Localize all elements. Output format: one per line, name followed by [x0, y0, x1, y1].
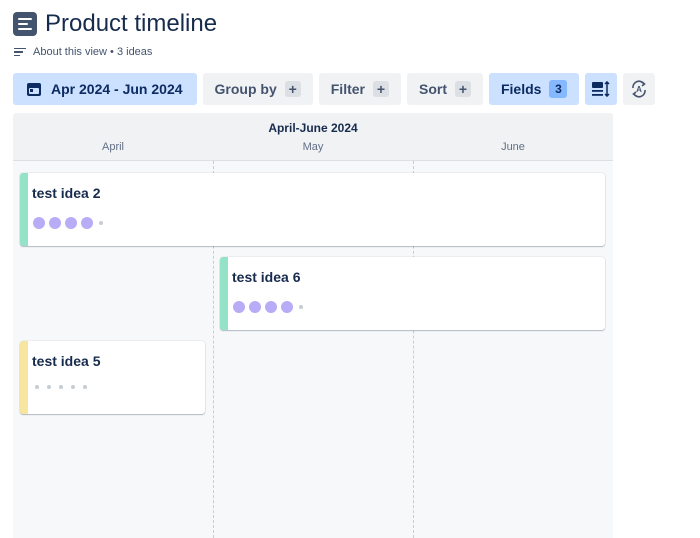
rating-dot-filled — [81, 217, 93, 229]
rating-dot-empty — [47, 385, 51, 389]
rating-dot-filled — [33, 217, 45, 229]
card-layout-icon — [592, 81, 610, 97]
rating-dots — [233, 301, 309, 313]
rating-dot-empty — [59, 385, 63, 389]
date-range-label: Apr 2024 - Jun 2024 — [51, 81, 183, 97]
rating-dot-filled — [233, 301, 245, 313]
idea-card[interactable]: test idea 2 — [20, 173, 605, 246]
calendar-icon — [27, 82, 41, 96]
rating-dots — [33, 385, 93, 389]
timeline-period: April-June 2024 — [268, 121, 358, 135]
idea-card[interactable]: test idea 6 — [220, 257, 605, 330]
rating-dot-empty — [35, 385, 39, 389]
rating-dot-filled — [49, 217, 61, 229]
rating-dot-empty — [71, 385, 75, 389]
status-color-bar — [220, 257, 228, 330]
idea-title: test idea 6 — [232, 269, 301, 285]
filter-label: Filter — [330, 81, 365, 97]
date-range-button[interactable]: Apr 2024 - Jun 2024 — [13, 73, 197, 105]
rating-dot-filled — [249, 301, 261, 313]
sort-button[interactable]: Sort + — [406, 73, 483, 105]
plus-icon: + — [284, 81, 301, 97]
about-view-link[interactable]: About this view • 3 ideas — [14, 46, 152, 58]
group-by-label: Group by — [214, 81, 277, 97]
month-label: June — [501, 141, 525, 153]
auto-arrange-button[interactable]: A — [623, 73, 656, 105]
fields-count-badge: 3 — [549, 80, 568, 98]
page-header: Product timeline — [13, 10, 217, 38]
fields-label: Fields — [500, 81, 542, 97]
timeline-board: April-June 2024 April May June test idea… — [13, 113, 613, 538]
auto-arrange-icon: A — [632, 80, 647, 98]
rating-dot-filled — [65, 217, 77, 229]
toolbar: Apr 2024 - Jun 2024 Group by + Filter + … — [13, 73, 656, 105]
timeline-header: April-June 2024 April May June — [13, 113, 613, 161]
sort-label: Sort — [418, 81, 447, 97]
status-color-bar — [20, 173, 28, 246]
group-by-button[interactable]: Group by + — [202, 73, 313, 105]
rating-dot-empty — [99, 221, 103, 225]
rating-dot-empty — [83, 385, 87, 389]
rating-dot-filled — [265, 301, 277, 313]
rating-dot-filled — [281, 301, 293, 313]
month-label: April — [101, 141, 124, 153]
month-label: May — [302, 141, 324, 153]
plus-icon: + — [372, 81, 389, 97]
svg-text:A: A — [637, 85, 643, 94]
idea-title: test idea 2 — [32, 185, 101, 201]
filter-button[interactable]: Filter + — [318, 73, 401, 105]
description-icon — [14, 47, 26, 57]
fields-button[interactable]: Fields 3 — [488, 73, 580, 105]
rating-dot-empty — [299, 305, 303, 309]
card-layout-button[interactable] — [585, 73, 618, 105]
plus-icon: + — [454, 81, 471, 97]
idea-card[interactable]: test idea 5 — [20, 341, 205, 414]
rating-dots — [33, 217, 109, 229]
timeline-view-icon — [13, 12, 37, 36]
page-title: Product timeline — [45, 10, 218, 37]
idea-title: test idea 5 — [32, 353, 101, 369]
status-color-bar — [20, 341, 28, 414]
about-view-text: About this view • 3 ideas — [33, 46, 153, 58]
